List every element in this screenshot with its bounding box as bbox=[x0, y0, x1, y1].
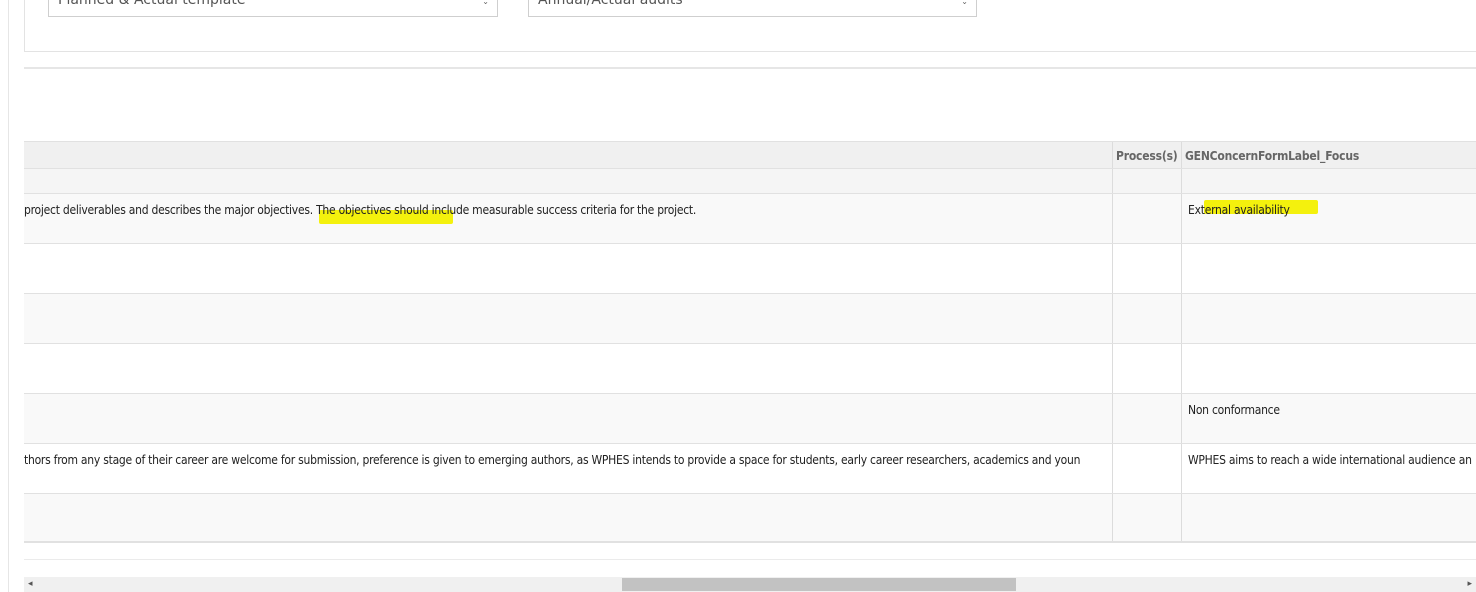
description-text bbox=[24, 344, 1112, 353]
template-select-value: Planned & Actual template bbox=[58, 0, 246, 8]
focus-cell[interactable]: External availability bbox=[1181, 194, 1476, 243]
header-cell-process[interactable]: Process(s) bbox=[1112, 142, 1182, 168]
header-cell-focus[interactable]: GENConcernFormLabel_Focus bbox=[1181, 142, 1476, 168]
focus-text: External availability bbox=[1188, 203, 1290, 217]
left-rail bbox=[0, 0, 9, 592]
description-cell[interactable] bbox=[24, 294, 1112, 343]
description-cell[interactable]: project deliverables and describes the m… bbox=[24, 194, 1112, 243]
arrow-left-icon[interactable]: ◂ bbox=[28, 579, 33, 589]
process-cell[interactable] bbox=[1112, 494, 1182, 541]
description-cell[interactable] bbox=[24, 244, 1112, 293]
section-divider bbox=[24, 67, 1476, 69]
description-cell[interactable] bbox=[24, 394, 1112, 443]
focus-cell[interactable] bbox=[1181, 294, 1476, 343]
chevron-down-icon: ⌄ bbox=[961, 0, 968, 6]
process-cell[interactable] bbox=[1112, 394, 1182, 443]
focus-text bbox=[1182, 244, 1476, 253]
process-text bbox=[1113, 344, 1182, 353]
table-row[interactable] bbox=[24, 343, 1476, 393]
table-row[interactable]: thors from any stage of their career are… bbox=[24, 443, 1476, 493]
filter-cell-description[interactable] bbox=[24, 169, 1112, 193]
description-cell[interactable] bbox=[24, 494, 1112, 541]
process-text bbox=[1113, 444, 1182, 453]
table-row[interactable] bbox=[24, 243, 1476, 293]
filter-cell-process[interactable] bbox=[1112, 169, 1182, 193]
audit-select-value: Annual/Actual audits bbox=[538, 0, 683, 8]
process-cell[interactable] bbox=[1112, 244, 1182, 293]
table-row[interactable] bbox=[24, 293, 1476, 343]
focus-cell[interactable] bbox=[1181, 344, 1476, 393]
chevron-down-icon: ⌄ bbox=[482, 0, 489, 6]
process-cell[interactable] bbox=[1112, 344, 1182, 393]
description-text: thors from any stage of their career are… bbox=[24, 453, 1081, 467]
grid-header-row: Process(s) GENConcernFormLabel_Focus bbox=[24, 141, 1476, 168]
process-text bbox=[1113, 244, 1182, 253]
grid-filter-row bbox=[24, 168, 1476, 193]
table-row[interactable]: project deliverables and describes the m… bbox=[24, 193, 1476, 243]
description-text: project deliverables and describes the m… bbox=[24, 203, 697, 217]
description-cell[interactable] bbox=[24, 344, 1112, 393]
table-row[interactable] bbox=[24, 493, 1476, 543]
description-text bbox=[24, 494, 1112, 503]
header-cell-description bbox=[24, 142, 1112, 168]
filter-cell-focus[interactable] bbox=[1181, 169, 1476, 193]
focus-cell[interactable] bbox=[1181, 244, 1476, 293]
focus-text: Non conformance bbox=[1188, 403, 1280, 417]
process-text bbox=[1113, 294, 1182, 303]
grid-footer-divider bbox=[24, 559, 1476, 560]
arrow-right-icon[interactable]: ▸ bbox=[1467, 579, 1472, 589]
process-text bbox=[1113, 494, 1182, 503]
process-cell[interactable] bbox=[1112, 294, 1182, 343]
focus-text: WPHES aims to reach a wide international… bbox=[1188, 453, 1472, 467]
focus-text bbox=[1182, 294, 1476, 303]
description-text bbox=[24, 394, 1112, 403]
focus-cell[interactable]: Non conformance bbox=[1181, 394, 1476, 443]
audit-select[interactable]: Annual/Actual audits ⌄ bbox=[528, 0, 977, 17]
scrollbar-thumb[interactable] bbox=[622, 578, 1016, 591]
table-row[interactable]: Non conformance bbox=[24, 393, 1476, 443]
description-text bbox=[24, 244, 1112, 253]
data-grid: Process(s) GENConcernFormLabel_Focus pro… bbox=[24, 141, 1476, 543]
description-cell[interactable]: thors from any stage of their career are… bbox=[24, 444, 1112, 493]
template-select[interactable]: Planned & Actual template ⌄ bbox=[48, 0, 498, 17]
process-cell[interactable] bbox=[1112, 444, 1182, 493]
focus-cell[interactable] bbox=[1181, 494, 1476, 541]
focus-cell[interactable]: WPHES aims to reach a wide international… bbox=[1181, 444, 1476, 493]
process-text bbox=[1113, 394, 1182, 403]
horizontal-scrollbar[interactable]: ◂ ▸ bbox=[24, 577, 1476, 592]
description-text bbox=[24, 294, 1112, 303]
focus-text bbox=[1182, 494, 1476, 503]
process-text bbox=[1113, 194, 1182, 203]
process-cell[interactable] bbox=[1112, 194, 1182, 243]
focus-text bbox=[1182, 344, 1476, 353]
